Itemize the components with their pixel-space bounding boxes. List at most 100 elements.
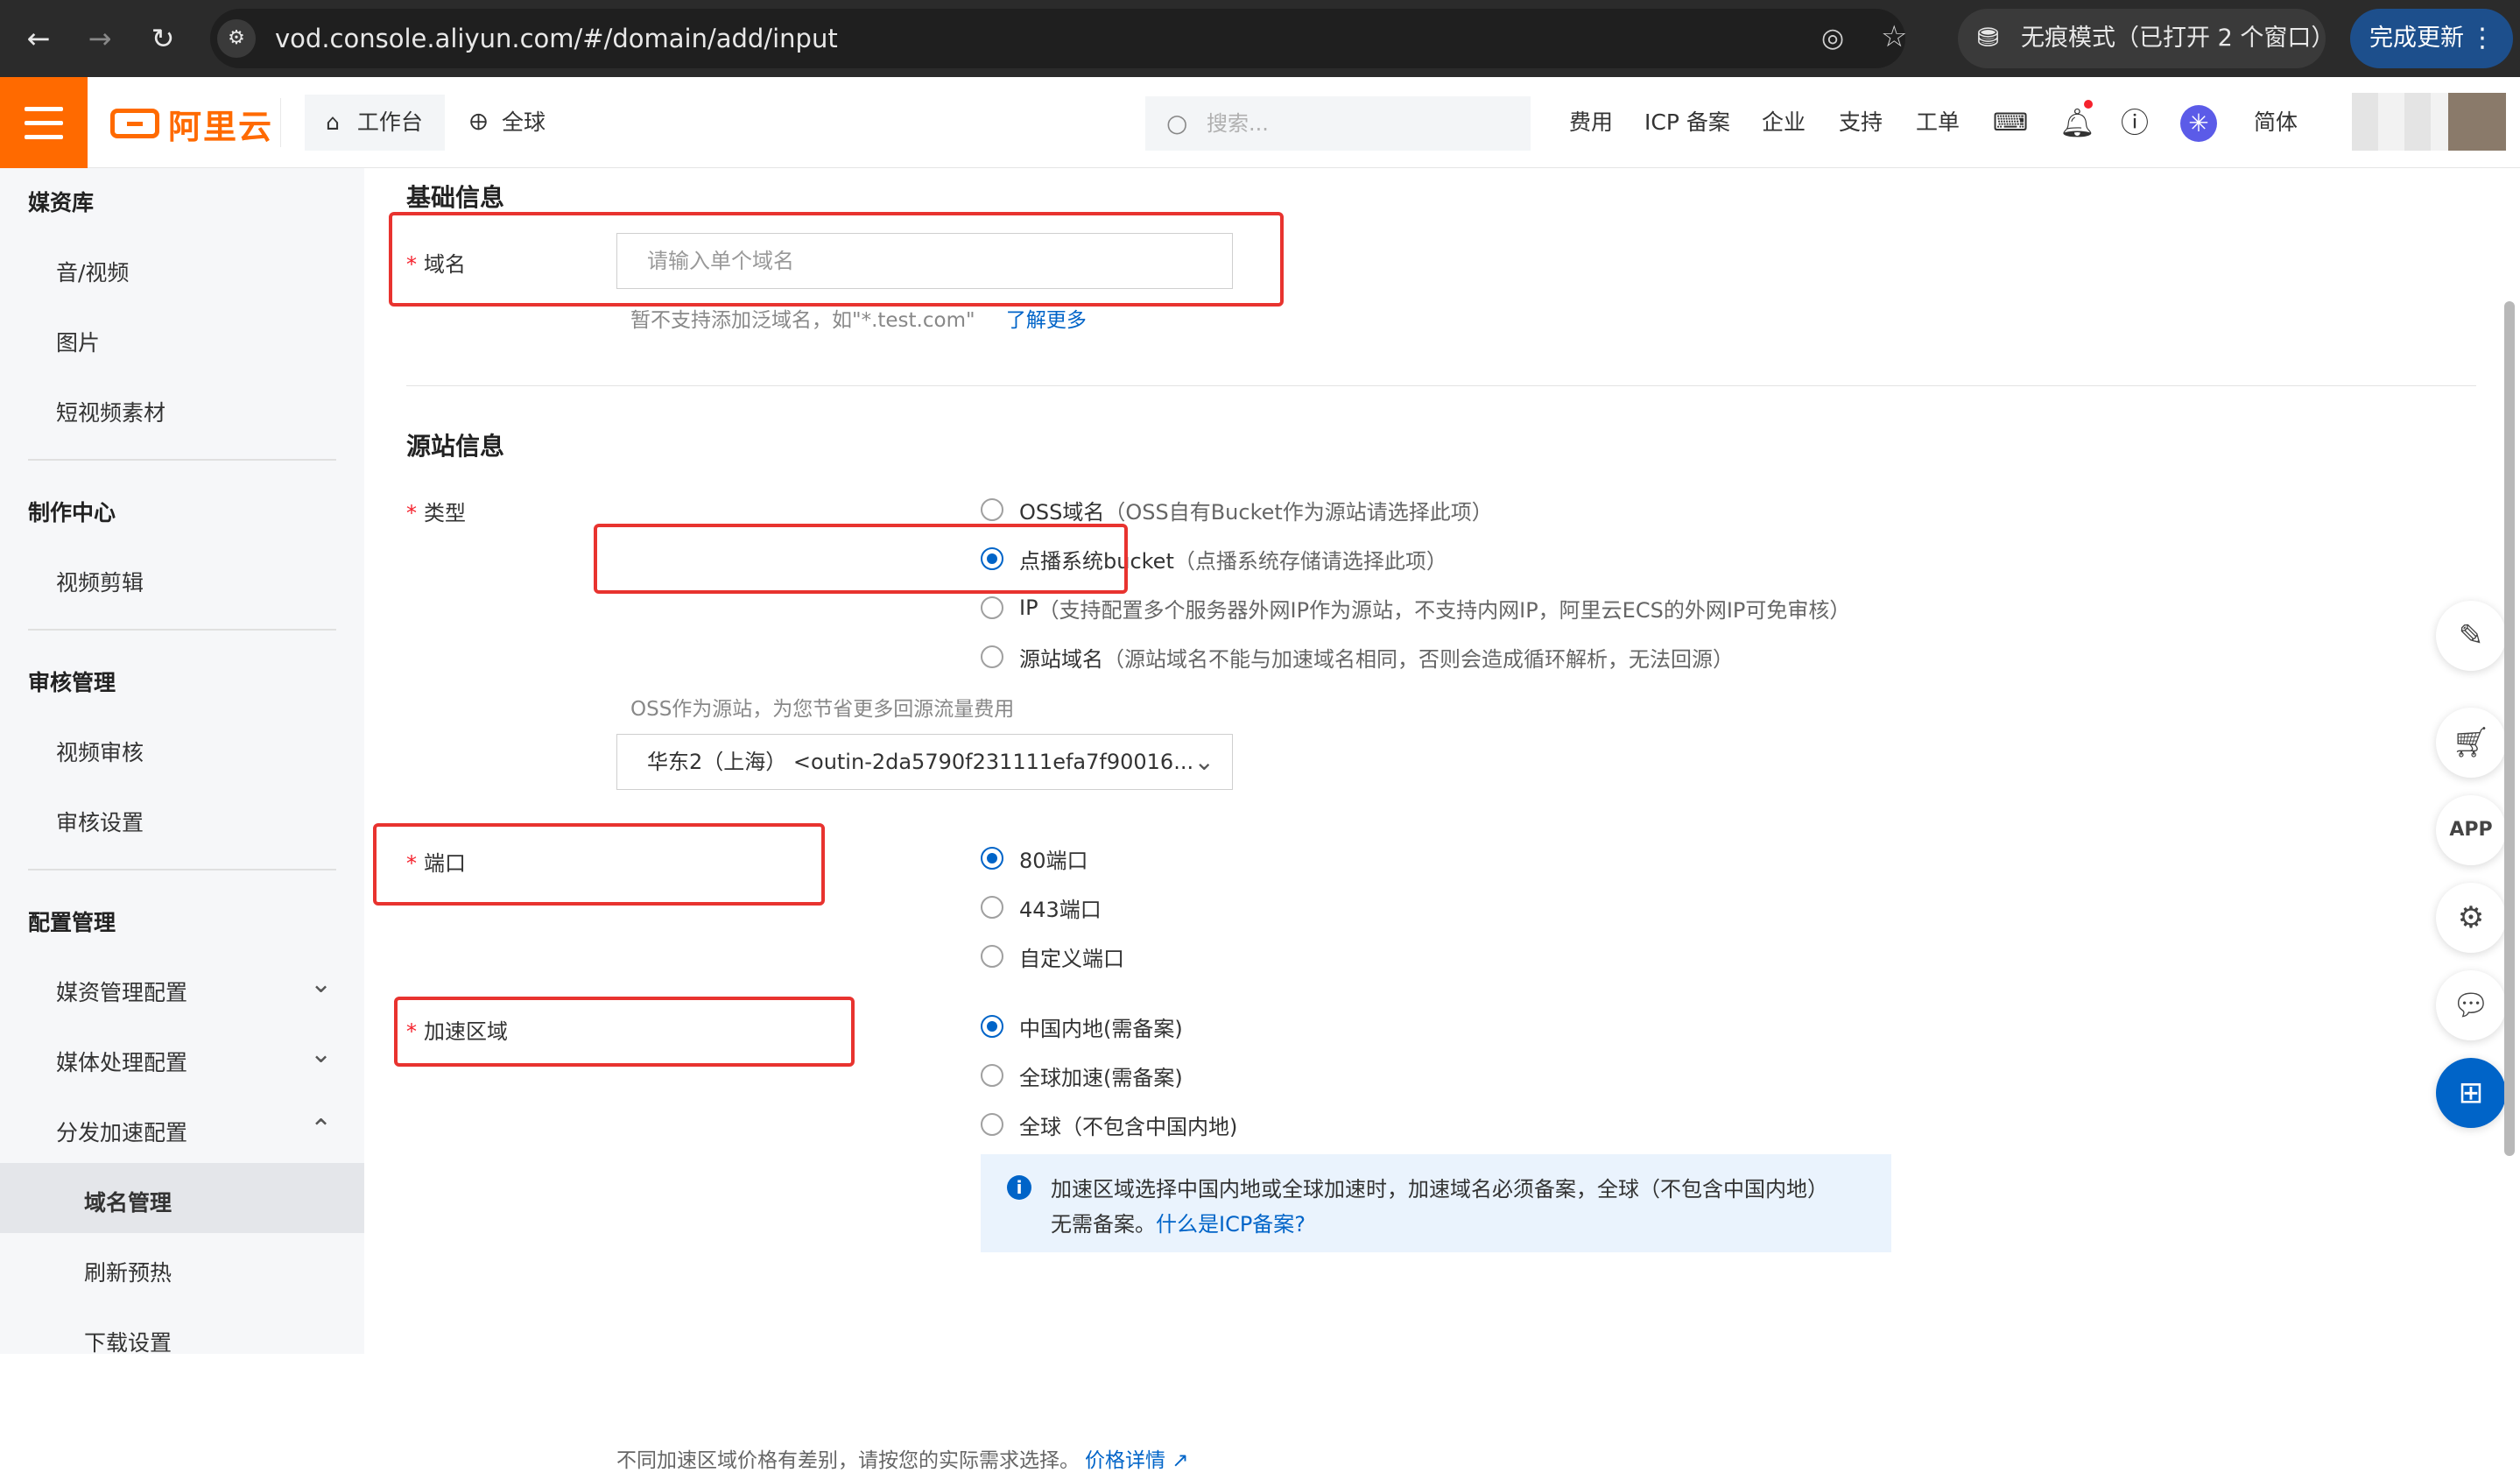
area-option-global[interactable]: 全球加速(需备案): [981, 1058, 1183, 1093]
forward-icon[interactable]: →: [81, 19, 119, 58]
hamburger-menu-button[interactable]: [0, 77, 88, 168]
nav-ticket[interactable]: 工单: [1916, 95, 1960, 151]
sidebar-item-media-config[interactable]: 媒资管理配置: [56, 976, 187, 1007]
region-selector[interactable]: 🜨 全球: [469, 95, 546, 151]
edit-icon[interactable]: ✎: [2436, 601, 2506, 671]
user-account[interactable]: [2352, 93, 2506, 151]
sidebar-item-domain-mgmt[interactable]: 域名管理: [84, 1186, 172, 1217]
port-option-80[interactable]: 80端口: [981, 841, 1088, 876]
radio-button[interactable]: [981, 645, 1003, 668]
workbench-label: 工作台: [356, 109, 423, 135]
app-icon[interactable]: APP: [2436, 795, 2506, 865]
radio-button[interactable]: [981, 1064, 1003, 1087]
nav-icp[interactable]: ICP 备案: [1644, 95, 1730, 151]
learn-more-link[interactable]: 了解更多: [1006, 309, 1087, 332]
reload-icon[interactable]: ↻: [144, 19, 182, 58]
chevron-down-icon: ⌄: [1193, 747, 1214, 776]
icp-link[interactable]: 什么是ICP备案?: [1156, 1212, 1306, 1237]
incognito-indicator[interactable]: ⛃ 无痕模式（已打开 2 个窗口）: [1958, 9, 2334, 68]
sidebar-item-images[interactable]: 图片: [56, 326, 100, 357]
sidebar-item-audio-video[interactable]: 音/视频: [56, 256, 129, 287]
section-divider: [406, 385, 2476, 386]
eye-off-icon[interactable]: ◎: [1821, 19, 1844, 58]
option-label: 全球（不包含中国内地): [1019, 1114, 1238, 1139]
sidebar-group-review: 审核管理: [28, 670, 116, 695]
option-label: 中国内地(需备案): [1019, 1016, 1183, 1041]
radio-button[interactable]: [981, 945, 1003, 968]
browser-toolbar: ← → ↻ ⚙ vod.console.aliyun.com/#/domain/…: [0, 0, 2520, 77]
radio-button[interactable]: [981, 896, 1003, 919]
globe-icon: 🜨: [469, 109, 489, 135]
language-switch[interactable]: 简体: [2254, 95, 2298, 151]
section-basic-title: 基础信息: [406, 183, 505, 212]
oss-hint: OSS作为源站，为您节省更多回源流量费用: [630, 698, 1015, 721]
port-option-custom[interactable]: 自定义端口: [981, 939, 1124, 974]
sidebar-item-processing-config[interactable]: 媒体处理配置: [56, 1046, 187, 1077]
sidebar-item-download[interactable]: 下载设置: [84, 1326, 172, 1357]
search-icon: ○: [1166, 109, 1188, 137]
price-link[interactable]: 价格详情: [1085, 1449, 1165, 1472]
chat-icon[interactable]: 💬︎: [2436, 970, 2506, 1040]
sidebar-group-media: 媒资库: [28, 190, 95, 215]
sidebar-item-short-video[interactable]: 短视频素材: [56, 396, 165, 427]
sidebar-active-highlight: [0, 1163, 364, 1233]
home-icon: ⌂: [326, 109, 340, 135]
sidebar-group-config: 配置管理: [28, 910, 116, 935]
ai-assistant-icon[interactable]: ✳: [2180, 105, 2217, 142]
sidebar-divider: [28, 459, 336, 461]
avatar: [2448, 93, 2506, 151]
sidebar-item-cdn-config[interactable]: 分发加速配置: [56, 1116, 187, 1147]
bucket-select-value: 华东2（上海） <outin-2da5790f231111efa7f90016.…: [647, 750, 1194, 774]
option-label: IP: [1019, 596, 1038, 620]
chevron-down-icon[interactable]: ⌄: [310, 969, 332, 999]
settings-icon[interactable]: ⚙: [2436, 883, 2506, 953]
highlight-box-area: [394, 997, 855, 1067]
type-label: * 类型: [406, 501, 466, 525]
area-option-mainland[interactable]: 中国内地(需备案): [981, 1009, 1183, 1044]
type-option-ip[interactable]: IP （支持配置多个服务器外网IP作为源站，不支持内网IP，阿里云ECS的外网I…: [981, 590, 1850, 625]
help-icon[interactable]: ⓘ: [2121, 95, 2149, 151]
update-button[interactable]: 完成更新 ⋮: [2350, 9, 2513, 68]
sidebar-item-video-review[interactable]: 视频审核: [56, 736, 144, 767]
radio-button[interactable]: [981, 1113, 1003, 1136]
nav-fees[interactable]: 费用: [1569, 95, 1613, 151]
scrollbar[interactable]: [2504, 301, 2515, 1156]
area-option-global-excl[interactable]: 全球（不包含中国内地): [981, 1107, 1237, 1142]
type-option-oss[interactable]: OSS域名 （OSS自有Bucket作为源站请选择此项）: [981, 492, 1493, 527]
logo-mark-icon: [110, 109, 159, 138]
console-topnav: 阿里云 ⌂ 工作台 🜨 全球 ○ 搜索... 费用 ICP 备案 企业 支持 工…: [0, 77, 2520, 168]
nav-support[interactable]: 支持: [1839, 95, 1883, 151]
chevron-down-icon[interactable]: ⌄: [310, 1039, 332, 1069]
nav-enterprise[interactable]: 企业: [1762, 95, 1806, 151]
sidebar-item-refresh[interactable]: 刷新预热: [84, 1256, 172, 1287]
aliyun-logo[interactable]: 阿里云: [110, 102, 273, 146]
grid-icon[interactable]: ⊞: [2436, 1058, 2506, 1128]
sidebar-divider: [28, 629, 336, 631]
option-label: 443端口: [1019, 897, 1102, 922]
price-hint: 不同加速区域价格有差别，请按您的实际需求选择。 价格详情 ↗: [616, 1449, 1189, 1472]
radio-button-selected[interactable]: [981, 1015, 1003, 1038]
terminal-icon[interactable]: ⌨: [1993, 95, 2028, 151]
section-origin-title: 源站信息: [406, 432, 505, 461]
chevron-up-icon[interactable]: ⌃: [310, 1114, 332, 1145]
cart-icon[interactable]: 🛒︎: [2436, 708, 2506, 778]
radio-button[interactable]: [981, 498, 1003, 521]
radio-button-selected[interactable]: [981, 847, 1003, 870]
type-option-origin-domain[interactable]: 源站域名 （源站域名不能与加速域名相同，否则会造成循环解析，无法回源）: [981, 639, 1734, 674]
site-info-icon[interactable]: ⚙: [217, 19, 256, 58]
incognito-icon: ⛃: [1977, 23, 2000, 53]
bookmark-star-icon[interactable]: ☆: [1881, 18, 1907, 56]
url-text[interactable]: vod.console.aliyun.com/#/domain/add/inpu…: [275, 19, 838, 58]
domain-hint: 暂不支持添加泛域名，如"*.test.com" 了解更多: [630, 309, 1087, 332]
option-label: 全球加速(需备案): [1019, 1065, 1183, 1090]
workbench-button[interactable]: ⌂ 工作台: [305, 95, 445, 151]
back-icon[interactable]: ←: [19, 19, 58, 58]
search-input[interactable]: ○ 搜索...: [1145, 96, 1531, 151]
radio-button[interactable]: [981, 596, 1003, 619]
port-option-443[interactable]: 443端口: [981, 890, 1102, 925]
sidebar-item-video-edit[interactable]: 视频剪辑: [56, 566, 144, 597]
bucket-select[interactable]: 华东2（上海） <outin-2da5790f231111efa7f90016.…: [616, 734, 1233, 790]
sidebar-item-review-settings[interactable]: 审核设置: [56, 806, 144, 837]
option-label: 80端口: [1019, 848, 1088, 873]
option-note: （支持配置多个服务器外网IP作为源站，不支持内网IP，阿里云ECS的外网IP可免…: [1038, 597, 1851, 623]
